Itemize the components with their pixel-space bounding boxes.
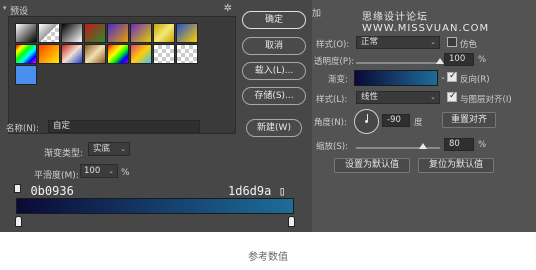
opacity-unit: % — [478, 55, 487, 65]
angle-unit: 度 — [414, 118, 423, 128]
gradient-preset-swatch[interactable] — [15, 65, 37, 85]
save-button[interactable]: 存储(S)... — [242, 87, 306, 105]
align-layer-checkbox[interactable]: ✓ — [447, 91, 457, 102]
gradient-preset-swatch[interactable] — [15, 23, 37, 43]
opacity-input[interactable]: 100 — [444, 53, 474, 66]
gradient-type-label: 渐变类型: — [44, 149, 84, 159]
style-value: 线性 — [361, 92, 379, 102]
reverse-label: 反向(R) — [460, 75, 490, 85]
gradient-preset-swatch[interactable] — [84, 44, 106, 64]
chevron-down-icon: ⌄ — [108, 167, 114, 175]
gradient-label: 渐变: — [328, 75, 348, 85]
presets-header: ▾ 预设 ✲ — [3, 3, 236, 17]
color-stop-left[interactable] — [15, 216, 22, 227]
blend-mode-value: 正常 — [361, 37, 379, 47]
style-select[interactable]: 线性 ⌄ — [356, 91, 440, 104]
gradient-editor-panel: ▾ 预设 ✲ 名称(N): 自定 渐变类型: 实底 ⌄ 平滑度(M): 100 … — [0, 0, 312, 232]
gradient-preset-swatch[interactable] — [61, 44, 83, 64]
gradient-preset-swatch[interactable] — [38, 23, 60, 43]
scale-input[interactable]: 80 — [444, 138, 474, 151]
name-label: 名称(N): — [6, 124, 39, 134]
gradient-preset-swatch[interactable] — [107, 23, 129, 43]
gradient-preset-swatch[interactable] — [176, 23, 198, 43]
make-default-button[interactable]: 设置为默认值 — [334, 158, 410, 173]
color-hex-left-value: 0b0936 — [30, 184, 74, 198]
align-layer-label: 与图层对齐(I) — [460, 95, 512, 105]
gradient-preset-swatch[interactable] — [153, 44, 175, 64]
smoothness-unit: % — [121, 168, 130, 178]
smoothness-label: 平滑度(M): — [34, 171, 79, 181]
gradient-type-value: 实底 — [93, 144, 111, 154]
chevron-down-icon: ⌄ — [120, 145, 126, 153]
blend-mode-select[interactable]: 正常 ⌄ — [356, 36, 440, 49]
reverse-checkbox[interactable]: ✓ — [447, 71, 457, 82]
blend-mode-label: 样式(O): — [316, 40, 350, 50]
gear-icon[interactable]: ✲ — [224, 3, 232, 14]
reset-align-button[interactable]: 重置对齐 — [442, 112, 496, 128]
cancel-button[interactable]: 取消 — [242, 37, 306, 55]
color-stop-right[interactable] — [288, 216, 295, 227]
color-hex-left: 0b0936 — [16, 184, 74, 198]
smoothness-select[interactable]: 100 ⌄ — [80, 164, 118, 178]
dither-checkbox[interactable] — [447, 37, 457, 47]
gradient-preset-swatch[interactable] — [15, 44, 37, 64]
chevron-down-icon: ⌄ — [430, 38, 436, 46]
gradient-preset-swatch[interactable] — [130, 23, 152, 43]
chevron-down-icon: ⌄ — [430, 93, 436, 101]
ok-button[interactable]: 确定 — [242, 11, 306, 29]
angle-dial[interactable] — [354, 109, 379, 134]
color-hex-right: 1d6d9a ▯ — [228, 184, 286, 198]
gradient-preset-swatch[interactable] — [153, 23, 175, 43]
gradient-type-select[interactable]: 实底 ⌄ — [88, 142, 130, 156]
gradient-preset-swatch[interactable] — [176, 44, 198, 64]
caption: 参考数值 — [248, 252, 288, 263]
dither-label: 仿色 — [460, 40, 478, 50]
gradient-preset-swatch[interactable] — [38, 44, 60, 64]
checkmark-icon: ✓ — [449, 91, 457, 101]
angle-input[interactable]: -90 — [382, 114, 410, 127]
scale-label: 缩放(S): — [316, 142, 348, 152]
overlay-gradient-preview[interactable] — [354, 70, 438, 86]
checkmark-icon: ✓ — [449, 71, 457, 81]
gradient-preset-swatch[interactable] — [61, 23, 83, 43]
scale-slider[interactable] — [356, 147, 440, 149]
presets-swatch-grid — [8, 16, 236, 134]
smoothness-value: 100 — [84, 166, 101, 176]
reset-default-button[interactable]: 复位为默认值 — [418, 158, 494, 173]
style-label: 样式(L): — [316, 95, 348, 105]
overlay-title-fragment: 加 — [312, 9, 322, 19]
gradient-preset-swatch[interactable] — [130, 44, 152, 64]
opacity-label: 透明度(P): — [314, 57, 355, 67]
new-button[interactable]: 新建(W) — [246, 119, 302, 137]
gradient-preset-swatch[interactable] — [84, 23, 106, 43]
color-hex-right-value: 1d6d9a — [228, 184, 272, 198]
watermark-text: 思缘设计论坛 WWW.MISSVUAN.COM — [362, 12, 490, 34]
load-button[interactable]: 载入(L)... — [242, 62, 306, 80]
scale-unit: % — [478, 140, 487, 150]
chevron-down-icon[interactable]: ⌄ — [440, 73, 446, 81]
angle-label: 角度(N): — [314, 118, 347, 128]
gradient-preset-swatch[interactable] — [107, 44, 129, 64]
gradient-preview-bar[interactable] — [16, 198, 294, 214]
photoshop-dialog: ▾ 预设 ✲ 名称(N): 自定 渐变类型: 实底 ⌄ 平滑度(M): 100 … — [0, 0, 536, 232]
collapse-arrow-icon[interactable]: ▾ — [3, 4, 7, 12]
angle-dial-center — [365, 120, 368, 123]
scale-slider-thumb[interactable] — [419, 143, 428, 149]
name-input[interactable]: 自定 — [48, 120, 200, 133]
opacity-slider-thumb[interactable] — [436, 58, 444, 64]
opacity-slider[interactable] — [356, 62, 440, 64]
